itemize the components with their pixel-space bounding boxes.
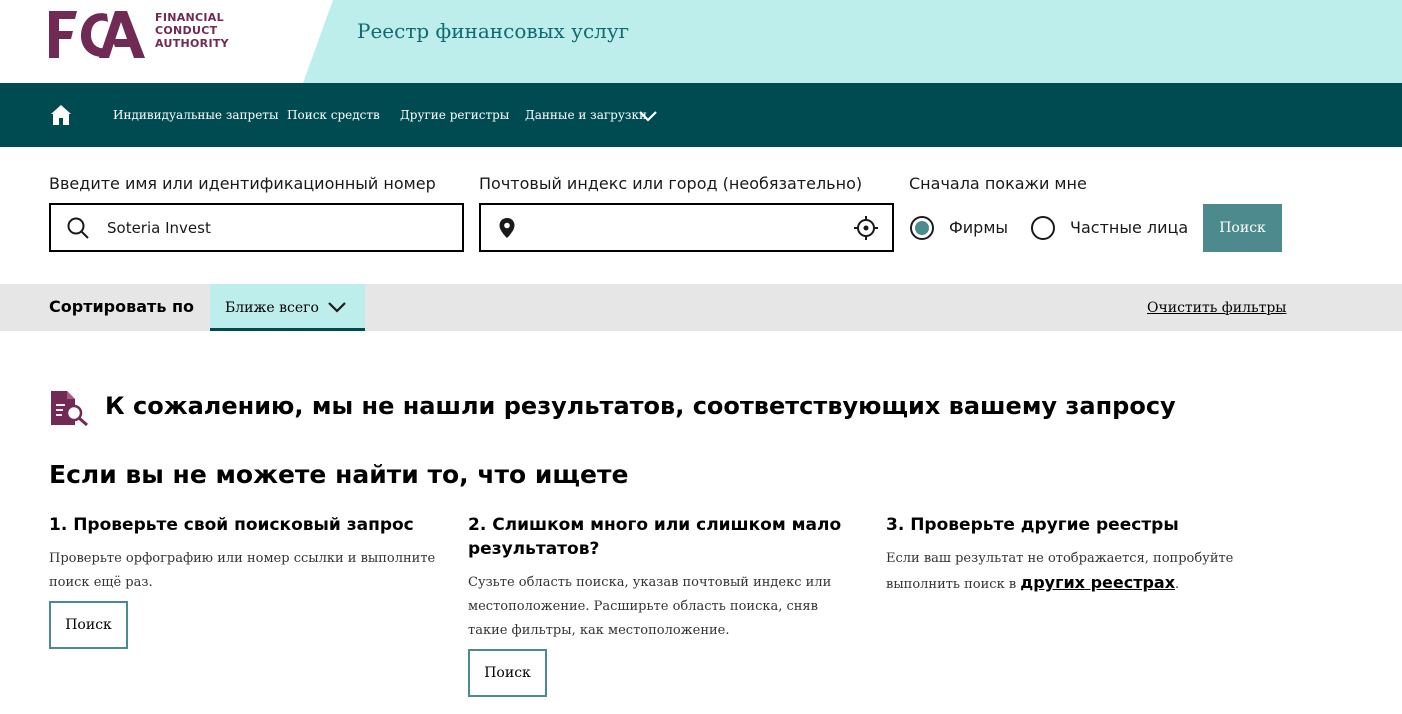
tip-search-button[interactable]: Поиск [468, 649, 547, 697]
register-title: Реестр финансовых услуг [357, 19, 630, 43]
chevron-down-icon[interactable] [638, 108, 658, 124]
no-results-title: К сожалению, мы не нашли результатов, со… [105, 392, 1176, 420]
sort-label: Сортировать по [49, 297, 195, 316]
tip-heading: 2. Слишком много или слишком мало резуль… [468, 515, 842, 559]
logo-word: FINANCIAL [155, 11, 224, 24]
search-button[interactable]: Поиск [1203, 204, 1282, 252]
radio-firms[interactable] [910, 216, 934, 240]
sort-dropdown[interactable]: Ближе всего [210, 284, 365, 331]
nav-item-fund-search[interactable]: Поиск средств [287, 108, 380, 122]
location-pin-icon [499, 218, 515, 238]
help-title: Если вы не можете найти то, что ищете [49, 460, 629, 489]
radio-individuals-label[interactable]: Частные лица [1070, 218, 1188, 237]
tip-body: Сузьте область поиска, указав почтовый и… [468, 575, 832, 638]
name-field-label: Введите имя или идентификационный номер [49, 174, 436, 193]
show-first-label: Сначала покажи мне [909, 174, 1087, 193]
tip-body: Если ваш результат не отображается, попр… [886, 547, 1246, 597]
name-search-input[interactable] [107, 205, 407, 250]
tip-heading: 3. Проверьте другие реестры [886, 515, 1179, 535]
fca-logo-mark [49, 11, 145, 58]
nav-item-data-downloads[interactable]: Данные и загрузки [525, 108, 647, 122]
home-icon[interactable] [49, 103, 73, 127]
logo-word: AUTHORITY [155, 37, 229, 50]
radio-individuals[interactable] [1031, 216, 1055, 240]
nav-item-individual-bans[interactable]: Индивидуальные запреты [113, 108, 279, 122]
tip-heading: 1. Проверьте свой поисковый запрос [49, 515, 414, 535]
document-search-icon [51, 391, 88, 427]
crosshair-icon[interactable] [854, 216, 878, 240]
tip-search-button[interactable]: Поиск [49, 601, 128, 649]
clear-filters-link[interactable]: Очистить фильтры [1147, 300, 1286, 316]
chevron-down-icon [328, 302, 346, 313]
tip-body-text: . [1175, 577, 1180, 592]
sort-selected-value: Ближе всего [225, 300, 319, 316]
other-registers-link[interactable]: других реестрах [1020, 573, 1175, 592]
location-field[interactable] [479, 203, 894, 252]
location-input[interactable] [537, 205, 837, 250]
radio-firms-label[interactable]: Фирмы [949, 218, 1008, 237]
site-header: FINANCIAL CONDUCT AUTHORITY Реестр финан… [0, 0, 1402, 83]
nav-item-other-registers[interactable]: Другие регистры [400, 108, 509, 122]
tip-body: Проверьте орфографию или номер ссылки и … [49, 551, 436, 590]
name-field[interactable] [49, 203, 464, 252]
logo-word: CONDUCT [155, 24, 218, 37]
search-icon [67, 217, 89, 239]
location-field-label: Почтовый индекс или город (необязательно… [479, 174, 863, 193]
logo-wordmark: FINANCIAL CONDUCT AUTHORITY [155, 11, 275, 50]
